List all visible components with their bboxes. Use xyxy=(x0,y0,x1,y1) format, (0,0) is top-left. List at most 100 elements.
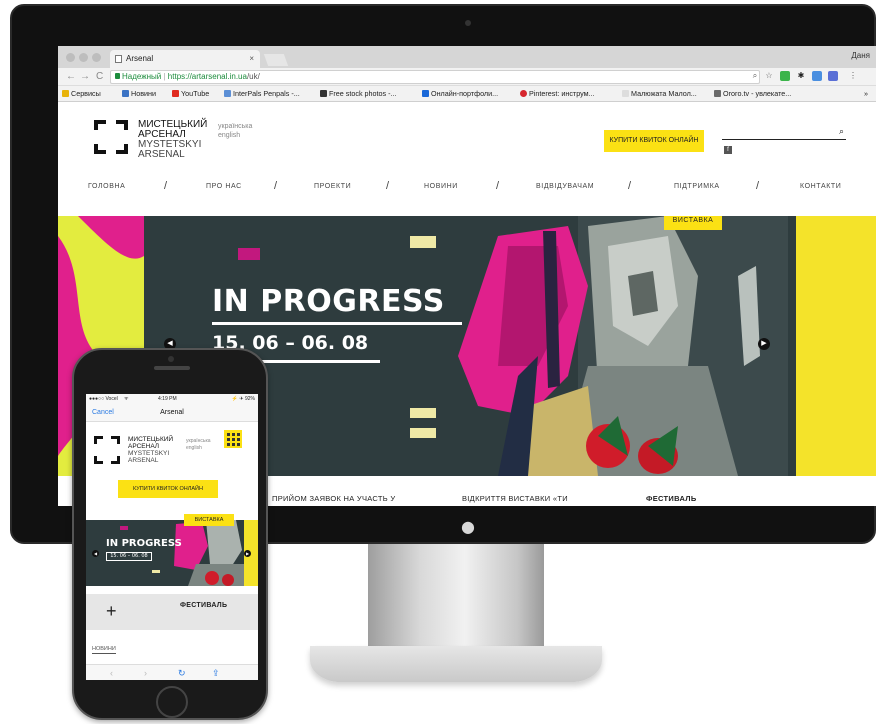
iphone-device: ●●●○○ Vocel ᯤ 4:19 PM ⚡ ✈ 92% Arsenal Ca… xyxy=(72,348,268,720)
arsenal-logo-icon[interactable] xyxy=(94,120,128,154)
bookmark-item[interactable]: Малюжата Малол... xyxy=(622,86,697,101)
news-link[interactable]: НОВИНИ xyxy=(92,646,116,654)
youtube-icon xyxy=(172,90,179,97)
teaser-link[interactable]: ФЕСТИВАЛЬ xyxy=(646,494,697,503)
nav-home[interactable]: ГОЛОВНА xyxy=(88,180,125,194)
slider-prev-icon[interactable]: ◀ xyxy=(92,550,99,557)
bookmark-item[interactable]: YouTube xyxy=(172,86,209,101)
decor-block xyxy=(238,248,260,260)
bookmarks-bar: Сервисы Новини YouTube InterPals Penpals… xyxy=(58,86,876,102)
nav-about[interactable]: ПРО НАС xyxy=(206,180,242,194)
window-minimize-dot[interactable] xyxy=(79,53,88,62)
share-icon[interactable]: ⇪ xyxy=(212,667,220,679)
reload-icon[interactable]: C xyxy=(96,70,103,84)
photo-icon xyxy=(320,90,327,97)
site-logo-text[interactable]: МИСТЕЦЬКИЙ АРСЕНАЛ MYSTETSKYI ARSENAL xyxy=(128,436,173,464)
url-path: /uk/ xyxy=(246,72,260,81)
site-nav: ГОЛОВНА / ПРО НАС / ПРОЕКТИ / НОВИНИ / В… xyxy=(88,180,848,194)
cancel-button[interactable]: Cancel xyxy=(92,404,114,422)
nav-visitors[interactable]: ВІДВІДУВАЧАМ xyxy=(536,180,594,194)
url-host: https://artarsenal.in.ua xyxy=(167,72,247,81)
zoom-icon[interactable]: ⌕ xyxy=(750,71,760,81)
bookmark-item[interactable]: Сервисы xyxy=(62,86,101,101)
menu-dots-icon[interactable]: ⋮ xyxy=(848,71,858,81)
arsenal-logo-icon[interactable] xyxy=(94,436,120,464)
imac-stand-neck xyxy=(368,544,544,648)
page-icon xyxy=(622,90,629,97)
back-icon[interactable]: ← xyxy=(66,70,76,84)
plus-icon[interactable]: + xyxy=(106,598,117,624)
slider-next-icon[interactable]: ▶ xyxy=(244,550,251,557)
profile-name[interactable]: Даня xyxy=(851,51,870,60)
nav-separator: / xyxy=(274,180,278,192)
window-close-dot[interactable] xyxy=(66,53,75,62)
carrier-label: ●●●○○ Vocel xyxy=(89,396,118,402)
status-bar: ●●●○○ Vocel ᯤ 4:19 PM ⚡ ✈ 92% xyxy=(86,394,258,404)
bookmark-item[interactable]: Онлайн-портфоли... xyxy=(422,86,498,101)
extension-window-icon[interactable] xyxy=(828,71,838,81)
bookmark-item[interactable]: Новини xyxy=(122,86,156,101)
nav-projects[interactable]: ПРОЕКТИ xyxy=(314,180,351,194)
nav-support[interactable]: ПІДТРИМКА xyxy=(674,180,720,194)
search-icon[interactable]: ⌕ xyxy=(839,126,844,137)
bookmarks-more-icon[interactable]: » xyxy=(864,86,868,101)
hero-dates: 15. 06 – 06. 08 xyxy=(106,552,152,561)
new-tab-button[interactable] xyxy=(263,54,289,66)
browser-toolbar: ← → C Надежный | https://artarsenal.in.u… xyxy=(58,68,876,86)
buy-ticket-button[interactable]: КУПИТИ КВИТОК ОНЛАЙН xyxy=(604,130,704,152)
mobile-browser-screen: ●●●○○ Vocel ᯤ 4:19 PM ⚡ ✈ 92% Arsenal Ca… xyxy=(86,394,258,680)
language-switcher: українська english xyxy=(218,122,252,140)
lock-icon xyxy=(115,73,120,79)
imac-camera xyxy=(465,20,471,26)
lang-en-link[interactable]: english xyxy=(218,131,252,140)
exhibition-badge[interactable]: ВИСТАВКА xyxy=(664,216,722,230)
bookmark-item[interactable]: Pinterest: инструм... xyxy=(520,86,595,101)
nav-separator: / xyxy=(386,180,390,192)
exhibition-badge[interactable]: ВИСТАВКА xyxy=(184,514,234,526)
address-bar[interactable]: Надежный | https://artarsenal.in.ua/uk/ xyxy=(110,70,760,84)
news-icon xyxy=(122,90,129,97)
imac-stand-foot xyxy=(310,646,602,682)
mobile-hero-slider[interactable]: IN PROGRESS 15. 06 – 06. 08 ◀ ▶ xyxy=(86,520,258,586)
hero-title: IN PROGRESS xyxy=(106,538,182,549)
site-logo-text[interactable]: МИСТЕЦЬКИЙ АРСЕНАЛ MYSTETSKYI ARSENAL xyxy=(138,120,207,160)
lang-en-link[interactable]: english xyxy=(186,445,211,452)
teaser-link[interactable]: ПРИЙОМ ЗАЯВОК НА УЧАСТЬ У xyxy=(272,494,395,503)
forward-icon[interactable]: → xyxy=(80,70,90,84)
bookmark-item[interactable]: Огого.tv - увлекате... xyxy=(714,86,791,101)
lang-ua-link[interactable]: українська xyxy=(186,438,211,445)
nav-contacts[interactable]: КОНТАКТИ xyxy=(800,180,841,194)
reload-icon[interactable]: ↻ xyxy=(178,667,186,679)
phone-speaker xyxy=(154,366,190,370)
nav-news[interactable]: НОВИНИ xyxy=(424,180,458,194)
buy-ticket-button[interactable]: КУПИТИ КВИТОК ОНЛАЙН xyxy=(118,480,218,498)
extension-green-icon[interactable] xyxy=(780,71,790,81)
star-icon[interactable]: ☆ xyxy=(764,71,774,81)
browser-tab[interactable]: Arsenal × xyxy=(110,50,260,68)
tv-icon xyxy=(714,90,721,97)
facebook-icon[interactable]: f xyxy=(724,146,732,154)
bookmark-item[interactable]: InterPals Penpals -... xyxy=(224,86,300,101)
tab-title: Arsenal xyxy=(126,54,154,63)
mobile-nav-bar: Arsenal Cancel xyxy=(86,404,258,422)
back-icon[interactable]: ‹ xyxy=(110,667,113,679)
home-button[interactable] xyxy=(156,686,188,718)
window-zoom-dot[interactable] xyxy=(92,53,101,62)
decor-block xyxy=(410,428,436,438)
site-search-input[interactable]: ⌕ xyxy=(722,126,846,140)
nav-separator: / xyxy=(164,180,168,192)
hamburger-menu-icon[interactable] xyxy=(224,430,242,448)
mockup-stage: ● Arsenal × Даня ← → C Надежный | https:… xyxy=(0,0,886,724)
lang-ua-link[interactable]: українська xyxy=(218,122,252,131)
forward-icon[interactable]: › xyxy=(144,667,147,679)
teaser-link[interactable]: ВІДКРИТТЯ ВИСТАВКИ «ТИ xyxy=(462,494,568,503)
extension-pin-icon[interactable]: ✱ xyxy=(796,71,806,81)
tab-close-icon[interactable]: × xyxy=(249,50,254,68)
battery-indicator: ⚡ ✈ 92% xyxy=(231,396,255,402)
slider-next-icon[interactable]: ▶ xyxy=(758,338,770,350)
page-icon xyxy=(115,55,122,63)
nav-separator: / xyxy=(496,180,500,192)
bookmark-item[interactable]: Free stock photos -... xyxy=(320,86,397,101)
extension-blue-icon[interactable] xyxy=(812,71,822,81)
festival-card[interactable]: + ФЕСТИВАЛЬ xyxy=(86,594,258,630)
